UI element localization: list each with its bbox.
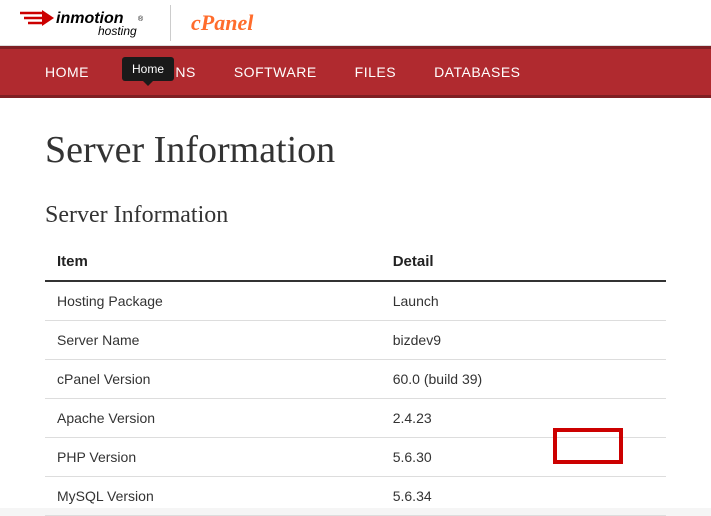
server-info-table: Item Detail Hosting Package Launch Serve… bbox=[45, 243, 666, 516]
cell-detail: Launch bbox=[389, 281, 666, 321]
table-header-detail: Detail bbox=[389, 243, 666, 281]
svg-text:hosting: hosting bbox=[98, 24, 137, 38]
cell-item: Hosting Package bbox=[45, 281, 389, 321]
svg-text:®: ® bbox=[138, 15, 144, 23]
table-row: Server Name bizdev9 bbox=[45, 321, 666, 360]
cell-item: Apache Version bbox=[45, 399, 389, 438]
nav-home[interactable]: HOME bbox=[45, 64, 89, 80]
cell-item: MySQL Version bbox=[45, 477, 389, 516]
table-row: MySQL Version 5.6.34 bbox=[45, 477, 666, 516]
table-row: PHP Version 5.6.30 bbox=[45, 438, 666, 477]
cpanel-logo[interactable]: cPanel bbox=[171, 10, 253, 36]
cell-item: Server Name bbox=[45, 321, 389, 360]
page-title: Server Information bbox=[45, 128, 666, 172]
section-title: Server Information bbox=[45, 202, 666, 229]
cell-detail: 60.0 (build 39) bbox=[389, 360, 666, 399]
cell-detail: 2.4.23 bbox=[389, 399, 666, 438]
cell-detail: 5.6.30 bbox=[389, 438, 666, 477]
cell-detail: bizdev9 bbox=[389, 321, 666, 360]
cell-detail: 5.6.34 bbox=[389, 477, 666, 516]
header: inmotion ® hosting cPanel bbox=[0, 0, 711, 46]
cell-item: PHP Version bbox=[45, 438, 389, 477]
table-row: Apache Version 2.4.23 bbox=[45, 399, 666, 438]
table-row: cPanel Version 60.0 (build 39) bbox=[45, 360, 666, 399]
nav-software[interactable]: SOFTWARE bbox=[234, 64, 317, 80]
table-row: Hosting Package Launch bbox=[45, 281, 666, 321]
tooltip-home: Home bbox=[122, 57, 174, 81]
content: Server Information Server Information It… bbox=[0, 98, 711, 516]
table-header-item: Item bbox=[45, 243, 389, 281]
nav-files[interactable]: FILES bbox=[355, 64, 396, 80]
inmotion-logo[interactable]: inmotion ® hosting bbox=[20, 5, 171, 41]
nav-databases[interactable]: DATABASES bbox=[434, 64, 520, 80]
nav-bar: HOME Home DOMAINS SOFTWARE FILES DATABAS… bbox=[0, 46, 711, 98]
cell-item: cPanel Version bbox=[45, 360, 389, 399]
